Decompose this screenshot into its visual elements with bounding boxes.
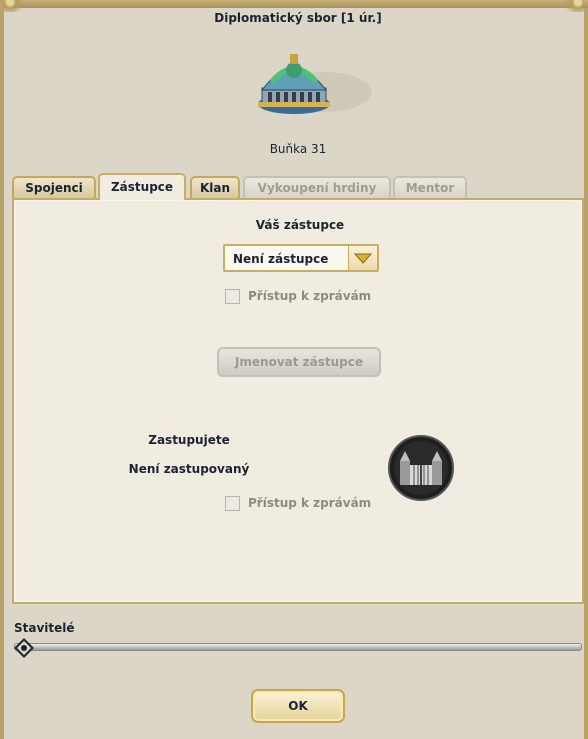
checkbox-box[interactable] [225, 496, 240, 511]
builders-label: Stavitelé [14, 621, 75, 635]
diamond-knob-icon[interactable] [14, 638, 34, 658]
tab-mentor: Mentor [393, 176, 467, 198]
tab-vykoupeni-hrdiny: Vykoupení hrdiny [243, 176, 391, 198]
deputy-heading: Váš zástupce [255, 218, 345, 232]
builders-slider-track[interactable] [14, 643, 582, 651]
ok-button[interactable]: OK [251, 689, 345, 723]
building-location: Buňka 31 [269, 142, 327, 156]
represented-value: Není zastupovaný [128, 462, 250, 476]
tab-content-panel: Váš zástupce Není zástupce Přístup k zpr… [12, 198, 584, 604]
embassy-building-icon [258, 54, 372, 114]
window-title: Diplomatický sbor [1 úr.] [214, 11, 382, 25]
deputy-message-access-label: Přístup k zprávám [248, 289, 372, 303]
deputy-select[interactable]: Není zástupce [223, 244, 379, 272]
triangle-down-icon [354, 253, 372, 264]
tab-klan[interactable]: Klan [190, 176, 240, 198]
represented-message-access-label: Přístup k zprávám [248, 496, 372, 510]
tab-spojenci[interactable]: Spojenci [12, 176, 96, 198]
tab-zastupce[interactable]: Zástupce [98, 173, 186, 200]
window-top-frame [4, 0, 588, 8]
dialog-window: Diplomatický sbor [1 úr.] Buňka 31 Spoje… [0, 0, 588, 739]
deputy-select-value: Není zástupce [233, 252, 329, 266]
gate-icon[interactable] [388, 435, 454, 501]
represented-heading: Zastupujete [148, 433, 230, 447]
dropdown-arrow-button[interactable] [348, 246, 377, 270]
appoint-deputy-button[interactable]: Jmenovat zástupce [217, 347, 381, 377]
checkbox-box[interactable] [225, 289, 240, 304]
